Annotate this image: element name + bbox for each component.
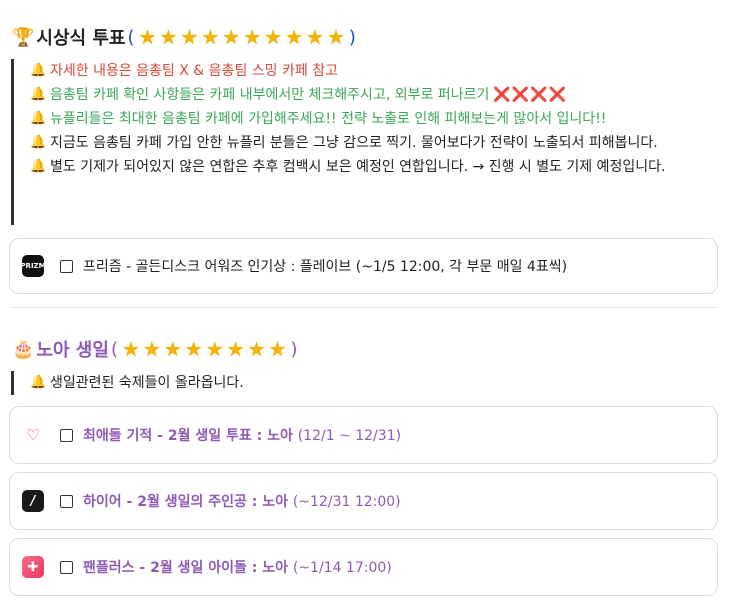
star-rating: ★ ★ ★ ★ ★ ★ ★ ★: [122, 339, 287, 359]
divider: [10, 307, 718, 308]
bell-icon: 🔔: [30, 159, 47, 174]
notice-line: 🔔 자세한 내용은 음총팀 X & 음총팀 스밍 카페 참고: [30, 59, 720, 83]
star-icon: ★: [163, 337, 182, 361]
close-paren: ): [290, 338, 298, 360]
star-icon: ★: [180, 25, 199, 49]
star-icon: ★: [222, 25, 241, 49]
task-text: 프리즘 - 골든디스크 어워즈 인기상 : 플레이브 (~1/5 12:00, …: [83, 259, 568, 275]
task-title: 팬플러스 - 2월 생일 아이돌 : 노아: [83, 560, 288, 576]
notice-line: 🔔 별도 기제가 되어있지 않은 연합은 추후 컴백시 보은 예정인 연합입니다…: [30, 155, 720, 179]
star-icon: ★: [326, 25, 345, 49]
task-title: 하이어 - 2월 생일의 주인공 : 노아: [83, 494, 288, 510]
bell-icon: 🔔: [30, 135, 47, 150]
star-icon: ★: [243, 25, 262, 49]
star-icon: ★: [306, 25, 324, 49]
open-paren: (: [110, 338, 118, 360]
star-icon: ★: [159, 25, 178, 49]
star-icon: ★: [138, 25, 157, 49]
task-checkbox[interactable]: [60, 494, 73, 508]
task-checkbox[interactable]: [60, 560, 73, 574]
notice-text: 지금도 음총팀 카페 가입 안한 뉴플리 분들은 그냥 감으로 찍기. 물어보다…: [50, 135, 658, 151]
task-period: (~1/14 17:00): [292, 560, 392, 576]
page: 🏆 시상식 투표 ( ★ ★ ★ ★ ★ ★ ★ ★ ★ ★ ) 🔔 자세한 내용은 음총팀 X …: [0, 0, 733, 605]
task-period: (~12/31 12:00): [292, 494, 401, 510]
notice-text: 별도 기제가 되어있지 않은 연합은 추후 컴백시 보은 예정인 연합입니다. …: [50, 159, 666, 175]
notice-block: 🔔 생일관련된 숙제들이 올라옵니다.: [11, 371, 720, 395]
task-card[interactable]: PRIZM 프리즘 - 골든디스크 어워즈 인기상 : 플레이브 (~1/5 1…: [9, 238, 718, 294]
star-icon: ★: [184, 337, 203, 361]
section-heading-awards: 🏆 시상식 투표 ( ★ ★ ★ ★ ★ ★ ★ ★ ★ ★ ): [12, 24, 358, 50]
cross-icons: ❌❌❌❌: [493, 87, 568, 103]
task-card[interactable]: ♡ 최애돌 기적 - 2월 생일 투표 : 노아 (12/1 ~ 12/31): [9, 406, 718, 464]
task-checkbox[interactable]: [60, 428, 73, 442]
section-heading-birthday: 🎂 노아 생일 ( ★ ★ ★ ★ ★ ★ ★ ★ ): [12, 336, 300, 362]
hiare-icon: /: [22, 490, 44, 512]
star-icon: ★: [268, 337, 287, 361]
task-text: 하이어 - 2월 생일의 주인공 : 노아 (~12/31 12:00): [83, 491, 401, 511]
choeaedol-icon: ♡: [26, 426, 40, 444]
open-paren: (: [127, 26, 135, 48]
star-icon: ★: [247, 337, 266, 361]
notice-text: 생일관련된 숙제들이 올라옵니다.: [50, 375, 244, 391]
notice-line: 🔔 뉴플리들은 최대한 음총팀 카페에 가입해주세요!! 전략 노출로 인해 피…: [30, 107, 720, 131]
notice-line: 🔔 생일관련된 숙제들이 올라옵니다.: [30, 371, 720, 395]
notice-text: 음총팀 카페 확인 사항들은 카페 내부에서만 체크해주시고, 외부로 퍼나르기: [50, 87, 490, 103]
bell-icon: 🔔: [30, 63, 47, 78]
notice-text: 자세한 내용은 음총팀 X & 음총팀 스밍 카페 참고: [50, 63, 338, 79]
bell-icon: 🔔: [30, 87, 47, 102]
prizm-icon: PRIZM: [20, 255, 46, 277]
star-icon: ★: [285, 25, 304, 49]
notice-line: 🔔 음총팀 카페 확인 사항들은 카페 내부에서만 체크해주시고, 외부로 퍼나…: [30, 83, 720, 107]
section-title: 시상식 투표: [36, 28, 126, 49]
close-paren: ): [348, 26, 356, 48]
star-icon: ★: [142, 337, 161, 361]
cake-icon: 🎂: [12, 338, 35, 360]
notice-block: 🔔 자세한 내용은 음총팀 X & 음총팀 스밍 카페 참고 🔔 음총팀 카페 …: [11, 59, 720, 225]
star-icon: ★: [205, 337, 224, 361]
star-icon: ★: [226, 337, 245, 361]
fanplus-icon: ✚: [22, 556, 44, 578]
notice-line: 🔔 지금도 음총팀 카페 가입 안한 뉴플리 분들은 그냥 감으로 찍기. 물어…: [30, 131, 720, 155]
task-title: 최애돌 기적 - 2월 생일 투표 : 노아: [83, 428, 293, 444]
notice-text: 뉴플리들은 최대한 음총팀 카페에 가입해주세요!! 전략 노출로 인해 피해보…: [50, 111, 607, 127]
task-card[interactable]: / 하이어 - 2월 생일의 주인공 : 노아 (~12/31 12:00): [9, 472, 718, 530]
star-icon: ★: [121, 337, 140, 361]
trophy-icon: 🏆: [12, 26, 35, 48]
bell-icon: 🔔: [30, 375, 47, 390]
section-title: 노아 생일: [36, 340, 109, 361]
icon-label: PRIZM: [20, 262, 46, 270]
task-card[interactable]: ✚ 팬플러스 - 2월 생일 아이돌 : 노아 (~1/14 17:00): [9, 538, 718, 596]
star-icon: ★: [264, 25, 283, 49]
task-text: 최애돌 기적 - 2월 생일 투표 : 노아 (12/1 ~ 12/31): [83, 425, 401, 445]
task-period: (12/1 ~ 12/31): [297, 428, 402, 444]
task-checkbox[interactable]: [60, 259, 73, 273]
star-icon: ★: [201, 25, 220, 49]
star-rating: ★ ★ ★ ★ ★ ★ ★ ★ ★ ★: [139, 27, 345, 47]
task-text: 팬플러스 - 2월 생일 아이돌 : 노아 (~1/14 17:00): [83, 557, 392, 577]
bell-icon: 🔔: [30, 111, 47, 126]
